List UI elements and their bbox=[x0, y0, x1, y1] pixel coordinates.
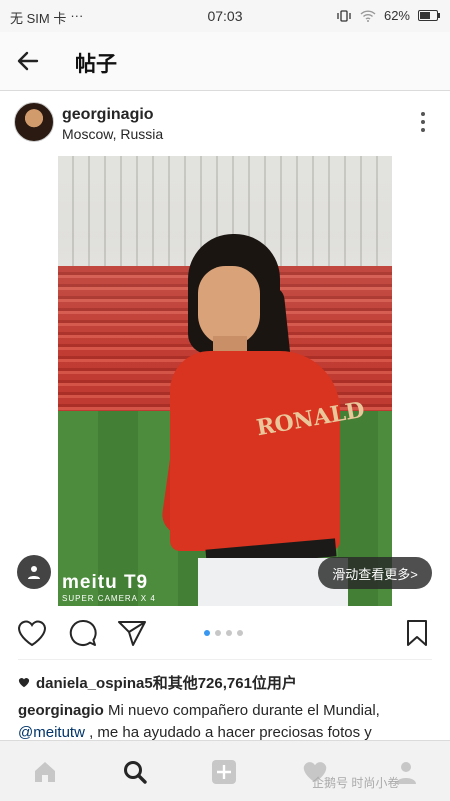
divider bbox=[18, 659, 432, 660]
like-heart-icon[interactable] bbox=[17, 619, 47, 647]
carousel-dot bbox=[215, 630, 221, 636]
carousel-dot bbox=[204, 630, 210, 636]
search-icon[interactable] bbox=[122, 759, 148, 785]
post-location[interactable]: Moscow, Russia bbox=[62, 126, 163, 142]
small-heart-icon bbox=[18, 678, 30, 688]
status-right: 62% bbox=[336, 8, 440, 23]
bottom-nav bbox=[0, 740, 450, 801]
share-icon[interactable] bbox=[117, 619, 147, 647]
face bbox=[198, 266, 260, 346]
home-icon[interactable] bbox=[32, 759, 58, 785]
likes-text: daniela_ospina5和其他726,761位用户 bbox=[36, 675, 297, 692]
post-caption: georginagio Mi nuevo compañero durante e… bbox=[18, 700, 438, 744]
likes-line[interactable]: daniela_ospina5和其他726,761位用户 bbox=[18, 672, 297, 693]
vibrate-icon bbox=[337, 9, 351, 22]
source-watermark: 企鹅号 时尚小卷 bbox=[312, 776, 400, 790]
photo-watermark-sub: SUPER CAMERA X 4 bbox=[62, 594, 156, 603]
post-actions bbox=[0, 607, 450, 659]
caption-username[interactable]: georginagio bbox=[18, 702, 104, 719]
post-username[interactable]: georginagio bbox=[62, 106, 154, 124]
jersey bbox=[170, 351, 340, 551]
person-icon bbox=[28, 566, 40, 579]
avatar[interactable] bbox=[14, 102, 54, 142]
caption-text: Mi nuevo compañero durante el Mundial, bbox=[103, 702, 380, 719]
carousel-dot bbox=[237, 630, 243, 636]
comment-icon[interactable] bbox=[68, 619, 98, 647]
swipe-hint[interactable]: 滑动查看更多> bbox=[318, 557, 432, 589]
carousel-dot bbox=[226, 630, 232, 636]
battery-percent: 62% bbox=[383, 8, 410, 23]
wifi-icon bbox=[360, 9, 376, 22]
photo-watermark: meitu T9 bbox=[62, 572, 149, 593]
battery-icon bbox=[418, 10, 440, 21]
status-bar: 无 SIM 卡 ··· 07:03 62% bbox=[0, 0, 450, 32]
caption-text-2: , me ha ayudado a hacer preciosas fotos … bbox=[84, 724, 372, 741]
page-title: 帖子 bbox=[75, 53, 117, 76]
add-post-icon[interactable] bbox=[211, 759, 237, 785]
carousel-indicator bbox=[204, 630, 243, 636]
caption-mention[interactable]: @meitutw bbox=[18, 724, 85, 741]
more-options-icon[interactable] bbox=[420, 112, 426, 136]
post-header: georginagio Moscow, Russia bbox=[0, 92, 450, 156]
post-photo[interactable]: RONALD meitu T9 SUPER CAMERA X 4 bbox=[58, 156, 392, 606]
bookmark-icon[interactable] bbox=[405, 619, 429, 647]
battery-fill bbox=[420, 12, 430, 19]
back-arrow-icon[interactable] bbox=[16, 49, 40, 73]
top-app-bar: 帖子 bbox=[0, 32, 450, 91]
tagged-users-button[interactable] bbox=[17, 555, 51, 589]
